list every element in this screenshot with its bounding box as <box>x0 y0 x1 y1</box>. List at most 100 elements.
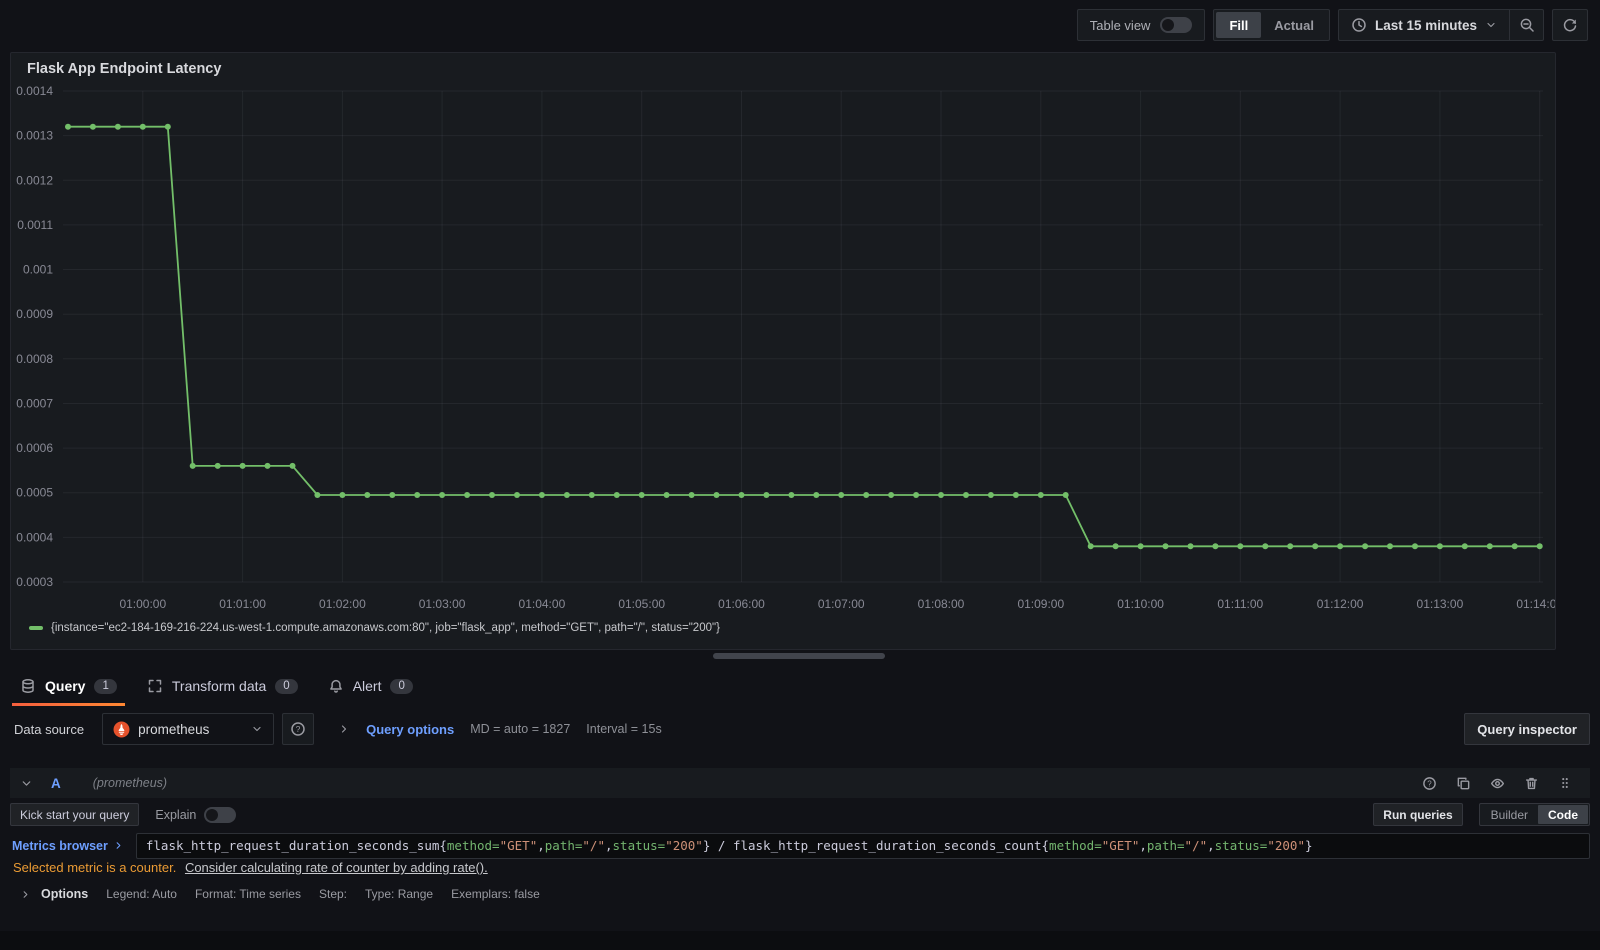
svg-text:0.0012: 0.0012 <box>16 173 53 187</box>
datasource-select[interactable]: prometheus <box>102 713 275 745</box>
options-step-summary: Step: <box>318 887 348 901</box>
refresh-button[interactable] <box>1552 9 1588 41</box>
svg-text:0.0005: 0.0005 <box>16 486 53 500</box>
query-options-toggle[interactable]: Query options <box>366 722 454 737</box>
query-datasource-hint: (prometheus) <box>92 776 168 790</box>
tab-query-badge: 1 <box>94 678 117 694</box>
chevron-down-icon <box>1487 22 1495 28</box>
svg-text:0.0013: 0.0013 <box>16 129 53 143</box>
metrics-browser-label: Metrics browser <box>12 838 108 853</box>
delete-query-button[interactable] <box>1524 776 1539 791</box>
zoom-out-icon <box>1520 18 1534 32</box>
svg-text:0.0008: 0.0008 <box>16 352 53 366</box>
database-icon <box>22 679 34 693</box>
help-circle-icon: ? <box>1423 776 1436 790</box>
fill-option[interactable]: Fill <box>1216 12 1262 38</box>
svg-text:01:09:00: 01:09:00 <box>1017 597 1064 611</box>
actual-option[interactable]: Actual <box>1261 12 1327 38</box>
svg-text:01:14:00: 01:14:00 <box>1516 597 1555 611</box>
tab-query[interactable]: Query 1 <box>10 666 127 706</box>
datasource-row: Data source prometheus ? Query options M… <box>10 712 1590 746</box>
chevron-right-icon[interactable] <box>338 723 350 735</box>
query-help-button[interactable]: ? <box>1422 776 1437 791</box>
options-type-summary: Type: Range <box>365 887 434 901</box>
kick-start-query-button[interactable]: Kick start your query <box>10 803 140 826</box>
collapse-chevron-icon[interactable] <box>20 777 33 790</box>
toggle-visibility-button[interactable] <box>1490 776 1505 791</box>
datasource-help-button[interactable]: ? <box>282 713 315 745</box>
latency-chart[interactable]: 0.0003 0.0004 0.0005 0.0006 0.0007 0.0008 0.00… <box>11 77 1555 622</box>
datasource-value: prometheus <box>138 721 210 737</box>
svg-text:?: ? <box>296 724 301 734</box>
query-options-collapsed: Query options MD = auto = 1827 Interval … <box>338 722 662 737</box>
bell-icon <box>329 679 342 693</box>
query-options-summary-row: Options Legend: Auto Format: Time series… <box>20 887 540 901</box>
tab-alert[interactable]: Alert 0 <box>318 666 423 706</box>
table-view-toggle-group[interactable]: Table view <box>1076 9 1206 41</box>
builder-option[interactable]: Builder <box>1481 805 1538 824</box>
svg-text:?: ? <box>1427 779 1432 788</box>
explain-toggle-group: Explain <box>155 806 237 823</box>
counter-warning: Selected metric is a counter. Consider c… <box>13 860 1590 875</box>
legend-series-label[interactable]: {instance="ec2-184-169-216-224.us-west-1… <box>51 622 720 634</box>
time-range-label: Last 15 minutes <box>1374 17 1477 33</box>
code-option[interactable]: Code <box>1538 805 1588 824</box>
options-legend-summary: Legend: Auto <box>106 887 177 901</box>
help-circle-icon: ? <box>291 722 305 736</box>
query-row-header[interactable]: A (prometheus) ? <box>10 768 1590 798</box>
svg-text:0.001: 0.001 <box>23 263 53 277</box>
chevron-right-icon <box>23 890 28 898</box>
tab-query-label: Query <box>45 678 86 694</box>
zoom-out-button[interactable] <box>1509 10 1543 40</box>
toggle-knob <box>1162 19 1175 31</box>
max-data-points-summary: MD = auto = 1827 <box>470 722 571 736</box>
query-ref-id: A <box>51 775 61 791</box>
explain-label: Explain <box>155 807 197 822</box>
svg-text:0.0011: 0.0011 <box>17 218 53 232</box>
time-range-picker[interactable]: Last 15 minutes <box>1339 17 1509 33</box>
table-view-toggle[interactable] <box>1160 17 1193 33</box>
chevron-right-icon <box>116 842 121 849</box>
svg-text:01:03:00: 01:03:00 <box>419 597 466 611</box>
copy-icon <box>1457 777 1470 789</box>
query-inspector-button[interactable]: Query inspector <box>1464 713 1590 745</box>
timeseries-panel: Flask App Endpoint Latency 0.0003 0.0004 0… <box>10 52 1556 650</box>
svg-text:01:11:00: 01:11:00 <box>1217 597 1263 611</box>
svg-text:01:04:00: 01:04:00 <box>519 597 566 611</box>
tab-transform-badge: 0 <box>275 678 298 694</box>
builder-code-segmented: Builder Code <box>1478 803 1590 826</box>
svg-text:01:06:00: 01:06:00 <box>718 597 765 611</box>
warning-hint-link[interactable]: Consider calculating rate of counter by … <box>185 860 488 875</box>
query-toolbar: Kick start your query Explain Run querie… <box>10 803 1590 826</box>
legend-series-swatch <box>29 626 43 630</box>
trash-icon <box>1525 777 1538 789</box>
tab-alert-badge: 0 <box>390 678 413 694</box>
fill-actual-segmented: Fill Actual <box>1213 9 1330 41</box>
tab-transform-label: Transform data <box>171 678 267 694</box>
tab-transform-data[interactable]: Transform data 0 <box>137 666 308 706</box>
options-collapse-toggle[interactable]: Options <box>20 887 88 901</box>
svg-text:0.0003: 0.0003 <box>16 575 53 589</box>
grip-dots-icon <box>1562 778 1568 788</box>
chevron-down-icon <box>253 726 261 732</box>
svg-text:0.0014: 0.0014 <box>16 84 53 98</box>
datasource-label: Data source <box>14 721 85 737</box>
svg-text:0.0006: 0.0006 <box>16 441 53 455</box>
run-queries-button[interactable]: Run queries <box>1373 803 1463 826</box>
pane-resize-handle[interactable] <box>713 653 885 659</box>
duplicate-query-button[interactable] <box>1456 776 1471 791</box>
svg-text:01:01:00: 01:01:00 <box>219 597 266 611</box>
eye-icon <box>1490 778 1505 788</box>
interval-summary: Interval = 15s <box>586 722 662 736</box>
svg-text:0.0007: 0.0007 <box>16 397 53 411</box>
drag-handle[interactable] <box>1558 776 1572 790</box>
warning-text: Selected metric is a counter. <box>13 860 177 875</box>
options-label: Options <box>41 887 89 901</box>
svg-text:01:02:00: 01:02:00 <box>319 597 366 611</box>
promql-expression-input[interactable]: flask_http_request_duration_seconds_sum{… <box>135 833 1590 859</box>
explain-toggle[interactable] <box>204 806 237 823</box>
svg-text:01:07:00: 01:07:00 <box>818 597 865 611</box>
svg-text:01:13:00: 01:13:00 <box>1417 597 1464 611</box>
bottom-strip <box>0 931 1600 950</box>
metrics-browser-toggle[interactable]: Metrics browser <box>10 833 136 858</box>
